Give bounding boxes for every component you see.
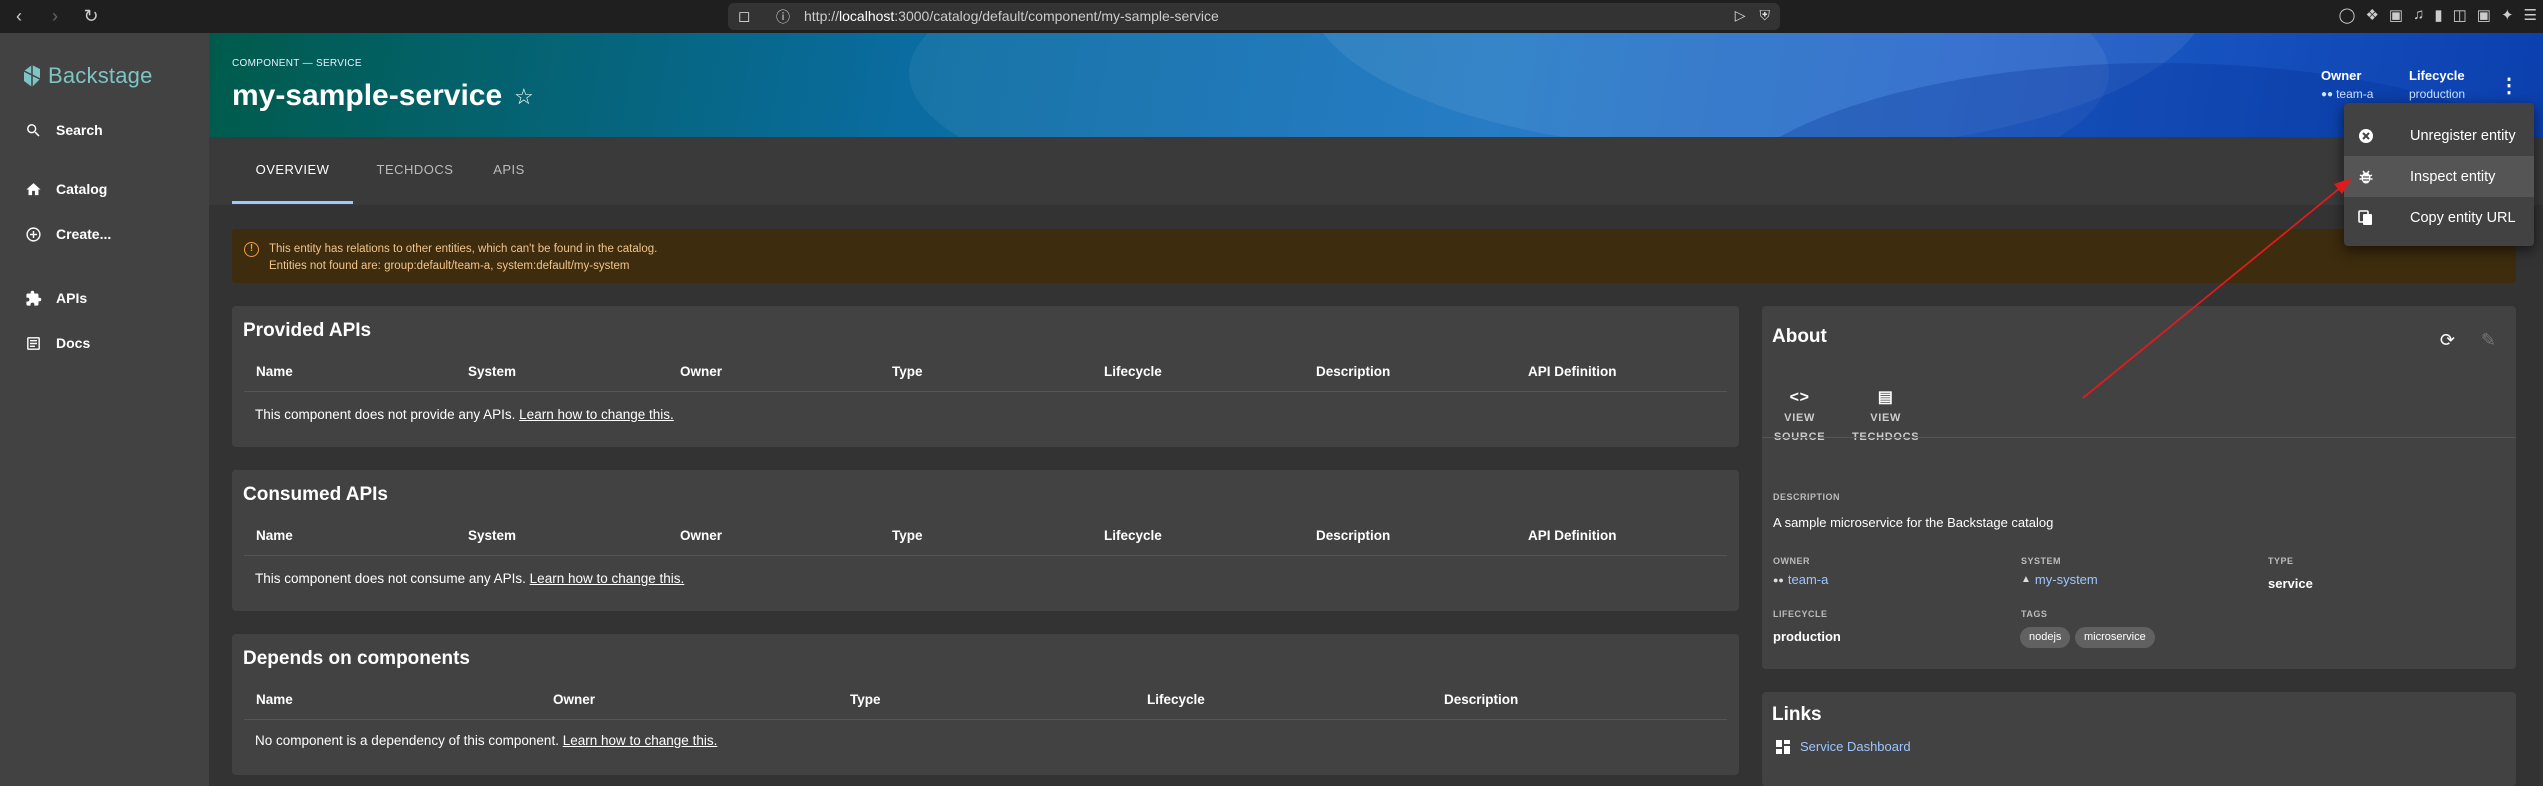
sidebar-item-label: Create... bbox=[56, 226, 112, 242]
site-info-icon[interactable]: ⓘ bbox=[776, 7, 790, 27]
url-text[interactable]: http://localhost:3000/catalog/default/co… bbox=[804, 8, 1219, 24]
owner-link[interactable]: ●● team-a bbox=[1773, 572, 1828, 587]
bookmark-icon[interactable]: ◻ bbox=[738, 7, 750, 25]
extension-icon[interactable]: ◯ bbox=[2339, 6, 2356, 24]
star-icon[interactable]: ☆ bbox=[514, 84, 534, 110]
header-owner-link[interactable]: ●● team-a bbox=[2321, 87, 2373, 101]
view-techdocs-button[interactable]: ▤ VIEW TECHDOCS bbox=[1852, 388, 1919, 447]
logo-text: Backstage bbox=[48, 63, 153, 88]
home-icon bbox=[24, 180, 42, 198]
links-card: Links Service Dashboard bbox=[1762, 692, 2516, 786]
header-lifecycle: Lifecycle production bbox=[2409, 68, 2466, 101]
type-value: service bbox=[2268, 576, 2313, 591]
puzzle-extension-icon[interactable]: ❖ bbox=[2365, 6, 2378, 24]
entity-context-menu: Unregister entity Inspect entity Copy en… bbox=[2344, 103, 2534, 246]
menu-item-unregister[interactable]: Unregister entity bbox=[2344, 115, 2534, 156]
menu-item-inspect[interactable]: Inspect entity bbox=[2344, 156, 2534, 197]
empty-row: No component is a dependency of this com… bbox=[255, 733, 718, 748]
category-icon: ▲ bbox=[2021, 574, 2031, 585]
backstage-logo[interactable]: Backstage bbox=[22, 63, 153, 89]
shield-icon[interactable]: ⛨ bbox=[1760, 7, 1771, 24]
depends-on-card: Depends on components Name Owner Type Li… bbox=[232, 634, 1739, 775]
reload-icon[interactable]: ↻ bbox=[80, 6, 102, 27]
tab-overview[interactable]: OVERVIEW bbox=[232, 137, 353, 205]
page-title: my-sample-service bbox=[232, 79, 503, 112]
consumed-apis-card: Consumed APIs Name System Owner Type Lif… bbox=[232, 470, 1739, 611]
tab-bar: OVERVIEW TECHDOCS APIS bbox=[209, 137, 2543, 205]
music-icon[interactable]: ♫ bbox=[2413, 6, 2424, 24]
sidebar-item-create[interactable]: Create... bbox=[24, 225, 111, 243]
docs-icon bbox=[24, 334, 42, 352]
lifecycle-value: production bbox=[1773, 629, 1841, 644]
tab-apis[interactable]: APIS bbox=[477, 137, 541, 205]
card-title: Depends on components bbox=[243, 648, 470, 669]
code-icon: <> bbox=[1789, 389, 1810, 406]
sidebar-item-label: Catalog bbox=[56, 181, 108, 197]
copy-icon bbox=[2358, 209, 2374, 226]
forward-icon[interactable]: › bbox=[44, 6, 66, 27]
table-header: Name System Owner Type Lifecycle Descrip… bbox=[244, 528, 1727, 556]
sidebar-item-label: Search bbox=[56, 122, 103, 138]
description-value: A sample microservice for the Backstage … bbox=[1773, 515, 2054, 530]
warning-alert: ! This entity has relations to other ent… bbox=[232, 229, 2516, 283]
refresh-icon[interactable]: ⟳ bbox=[2440, 330, 2455, 351]
sidebar-item-search[interactable]: Search bbox=[24, 121, 103, 139]
wallet-icon[interactable]: ▣ bbox=[2477, 6, 2491, 24]
empty-row: This component does not provide any APIs… bbox=[255, 407, 674, 422]
group-icon: ●● bbox=[1773, 574, 1784, 585]
empty-row: This component does not consume any APIs… bbox=[255, 571, 685, 586]
tab-indicator bbox=[232, 201, 353, 204]
description-icon: ▤ bbox=[1877, 389, 1894, 406]
sidebar-toggle-icon[interactable]: ◫ bbox=[2453, 6, 2467, 24]
sidebar-item-apis[interactable]: APIs bbox=[24, 289, 87, 307]
card-title: Provided APIs bbox=[243, 320, 372, 341]
browser-toolbar: ‹ › ↻ ◻ ⓘ http://localhost:3000/catalog/… bbox=[0, 0, 2543, 33]
learn-more-link[interactable]: Learn how to change this. bbox=[519, 407, 674, 422]
menu-item-copy-url[interactable]: Copy entity URL bbox=[2344, 197, 2534, 238]
bug-icon bbox=[2358, 169, 2374, 185]
about-card: About ⟳ ✎ <> VIEW SOURCE ▤ VIEW TECHDOCS… bbox=[1762, 306, 2516, 669]
tag-chip[interactable]: microservice bbox=[2075, 627, 2155, 648]
header-owner: Owner ●● team-a bbox=[2321, 68, 2374, 101]
address-bar[interactable]: ◻ ⓘ http://localhost:3000/catalog/defaul… bbox=[728, 3, 1780, 30]
play-icon[interactable]: ▷ bbox=[1735, 7, 1746, 24]
card-title: About bbox=[1772, 326, 1827, 347]
cancel-icon bbox=[2358, 128, 2374, 144]
entity-header: COMPONENT — SERVICE my-sample-service ☆ … bbox=[209, 33, 2543, 137]
backstage-logo-icon bbox=[22, 63, 42, 89]
ai-icon[interactable]: ✦ bbox=[2501, 6, 2514, 24]
provided-apis-card: Provided APIs Name System Owner Type Lif… bbox=[232, 306, 1739, 447]
group-icon: ●● bbox=[2321, 88, 2334, 100]
tag-chip[interactable]: nodejs bbox=[2020, 627, 2071, 648]
screenshot-icon[interactable]: ▣ bbox=[2389, 6, 2403, 24]
menu-icon[interactable]: ☰ bbox=[2524, 6, 2537, 24]
search-icon bbox=[24, 121, 42, 139]
table-header: Name Owner Type Lifecycle Description bbox=[244, 692, 1727, 720]
library-icon[interactable]: ▮ bbox=[2434, 6, 2442, 24]
sidebar-item-catalog[interactable]: Catalog bbox=[24, 180, 107, 198]
add-circle-icon bbox=[24, 225, 42, 243]
sidebar: Backstage Search Catalog Create... APIs … bbox=[0, 33, 209, 786]
learn-more-link[interactable]: Learn how to change this. bbox=[530, 571, 685, 586]
view-source-button[interactable]: <> VIEW SOURCE bbox=[1774, 388, 1825, 447]
card-title: Links bbox=[1772, 704, 1822, 725]
puzzle-icon bbox=[24, 289, 42, 307]
edit-icon[interactable]: ✎ bbox=[2481, 330, 2496, 351]
system-link[interactable]: ▲ my-system bbox=[2021, 572, 2098, 587]
card-title: Consumed APIs bbox=[243, 484, 388, 505]
learn-more-link[interactable]: Learn how to change this. bbox=[563, 733, 718, 748]
dashboard-icon bbox=[1776, 738, 1790, 754]
entity-kind-label: COMPONENT — SERVICE bbox=[232, 58, 362, 69]
tab-techdocs[interactable]: TECHDOCS bbox=[363, 137, 467, 205]
divider bbox=[1762, 437, 2516, 438]
info-icon: ! bbox=[244, 242, 259, 257]
link-service-dashboard[interactable]: Service Dashboard bbox=[1776, 738, 1911, 754]
sidebar-item-docs[interactable]: Docs bbox=[24, 334, 90, 352]
table-header: Name System Owner Type Lifecycle Descrip… bbox=[244, 364, 1727, 392]
sidebar-item-label: Docs bbox=[56, 335, 91, 351]
sidebar-item-label: APIs bbox=[56, 290, 88, 306]
more-vert-icon[interactable]: ⋮ bbox=[2499, 73, 2519, 98]
back-icon[interactable]: ‹ bbox=[8, 6, 30, 27]
